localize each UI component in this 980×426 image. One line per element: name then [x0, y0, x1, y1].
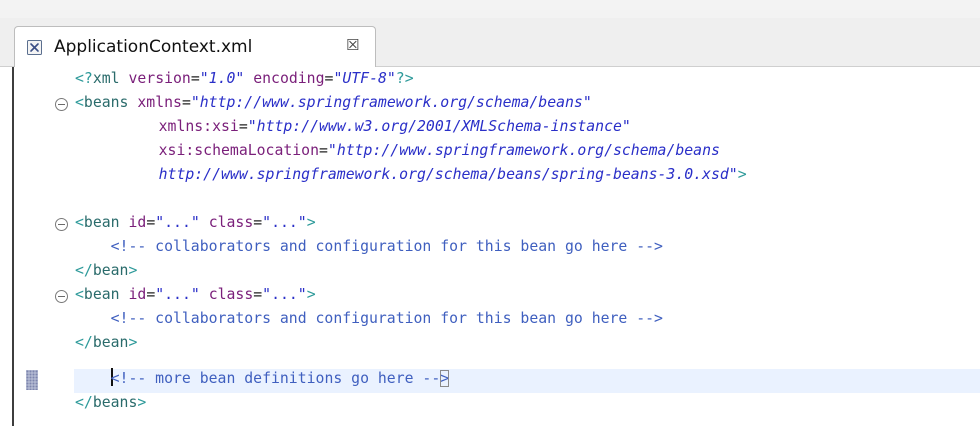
fold-collapse-icon[interactable]	[55, 98, 68, 111]
code-token: <?	[75, 70, 93, 87]
code-line[interactable]: <bean id="..." class="...">	[75, 283, 316, 307]
code-line[interactable]: http://www.springframework.org/schema/be…	[123, 163, 747, 187]
tab-applicationcontext-xml[interactable]: ApplicationContext.xml ☒	[14, 26, 376, 67]
code-token: =	[181, 94, 191, 111]
fold-collapse-icon[interactable]	[55, 290, 68, 303]
code-token: id	[128, 214, 147, 231]
code-token: "http://www.springframework.org/schema/b…	[327, 142, 720, 159]
code-token: <	[75, 94, 84, 111]
code-token: =	[146, 286, 156, 303]
code-token: xmlns:xsi	[158, 118, 239, 135]
code-token: =	[253, 286, 263, 303]
code-token: >	[306, 286, 316, 303]
code-token: "..."	[155, 286, 200, 303]
code-token: <!-- collaborators and configuration for…	[75, 310, 663, 327]
code-line[interactable]: </bean>	[75, 259, 137, 283]
code-line[interactable]: <bean id="..." class="...">	[75, 211, 316, 235]
code-token: =	[146, 214, 156, 231]
ruler-marker	[26, 370, 38, 390]
code-token: </	[75, 394, 93, 411]
code-line[interactable]: xmlns:xsi="http://www.w3.org/2001/XMLSch…	[123, 115, 631, 139]
code-token: xsi:schemaLocation	[158, 142, 319, 159]
window-top-strip	[0, 0, 980, 18]
code-line[interactable]: <!-- collaborators and configuration for…	[75, 235, 663, 259]
code-token: beans	[92, 394, 138, 411]
code-token: class	[208, 286, 254, 303]
code-token: <!-- more bean definitions go here --	[110, 370, 441, 387]
code-token: "http://www.springframework.org/schema/b…	[190, 94, 592, 111]
code-token: >	[306, 214, 316, 231]
matching-bracket: >	[440, 370, 450, 387]
code-token: </	[75, 262, 93, 279]
code-token: bean	[92, 334, 129, 351]
code-line[interactable]: xsi:schemaLocation="http://www.springfra…	[123, 139, 720, 163]
code-token: encoding	[253, 70, 325, 87]
code-token: =	[238, 118, 248, 135]
code-token: class	[208, 214, 254, 231]
close-icon[interactable]: ☒	[346, 36, 359, 54]
code-line[interactable]: </bean>	[75, 331, 137, 355]
code-line[interactable]: <!-- more bean definitions go here -->	[75, 367, 450, 391]
code-token: =	[253, 214, 263, 231]
code-token: xmlns	[137, 94, 182, 111]
code-token: <	[75, 214, 84, 231]
code-token: =	[190, 70, 200, 87]
code-token: "..."	[155, 214, 200, 231]
code-token: beans	[83, 94, 129, 111]
code-token: =	[319, 142, 328, 159]
code-token: "UTF-8"	[333, 70, 396, 87]
code-token: >	[128, 262, 138, 279]
code-token: >	[737, 166, 747, 183]
code-line[interactable]: <beans xmlns="http://www.springframework…	[75, 91, 592, 115]
code-token: >	[137, 394, 147, 411]
code-token: version	[128, 70, 191, 87]
code-token: "http://www.w3.org/2001/XMLSchema-instan…	[247, 118, 631, 135]
code-line[interactable]: </beans>	[75, 391, 146, 415]
code-token: "..."	[262, 286, 307, 303]
code-token: id	[128, 286, 147, 303]
code-token: "1.0"	[199, 70, 245, 87]
code-line[interactable]: <!-- collaborators and configuration for…	[75, 307, 663, 331]
code-token: bean	[83, 286, 120, 303]
xml-file-icon	[27, 40, 42, 55]
code-token: xml	[92, 70, 120, 87]
code-token: <!-- collaborators and configuration for…	[75, 238, 663, 255]
code-token: bean	[83, 214, 120, 231]
code-token: http://www.springframework.org/schema/be…	[158, 166, 738, 183]
code-token: >	[128, 334, 138, 351]
code-token: bean	[92, 262, 129, 279]
xml-editor[interactable]: <?xml version="1.0" encoding="UTF-8"?> <b…	[0, 67, 980, 426]
editor-tab-bar: ApplicationContext.xml ☒	[0, 18, 980, 67]
code-token: <	[75, 286, 84, 303]
code-token: ?>	[395, 70, 414, 87]
tab-title: ApplicationContext.xml	[54, 37, 253, 57]
code-line[interactable]: <?xml version="1.0" encoding="UTF-8"?>	[75, 67, 414, 91]
code-token: </	[75, 334, 93, 351]
fold-collapse-icon[interactable]	[55, 218, 68, 231]
code-token: "..."	[262, 214, 307, 231]
editor-left-border	[12, 67, 14, 426]
